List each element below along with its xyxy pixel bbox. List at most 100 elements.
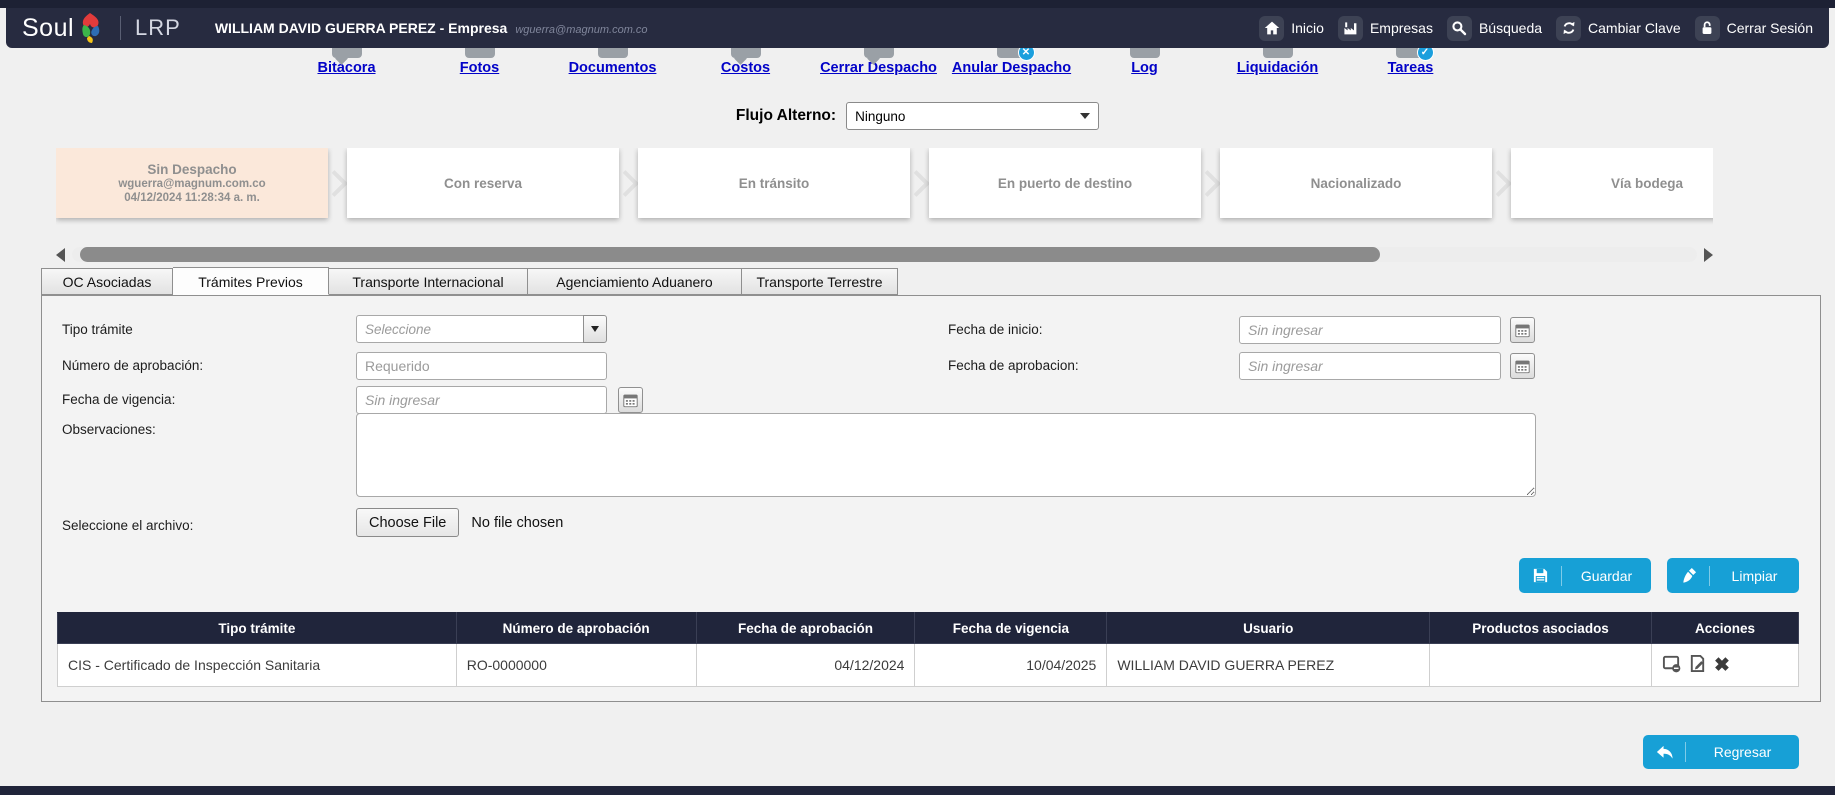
nav-inicio[interactable]: Inicio (1259, 16, 1324, 41)
status-card-nacionalizado[interactable]: Nacionalizado (1220, 148, 1492, 218)
home-icon (1259, 16, 1284, 41)
scrollbar-track[interactable] (72, 247, 1697, 262)
cell-tipo: CIS - Certificado de Inspección Sanitari… (58, 644, 457, 687)
top-nav: Inicio Empresas Búsqueda (1259, 16, 1813, 41)
quicklink-label[interactable]: Anular Despacho (952, 60, 1071, 76)
nav-cambiar-clave[interactable]: Cambiar Clave (1556, 16, 1681, 41)
status-card-title: Sin Despacho (147, 162, 236, 177)
regresar-label: Regresar (1686, 744, 1799, 760)
back-arrow-icon (1643, 742, 1686, 762)
quicklink-label[interactable]: Bitácora (317, 60, 375, 76)
user-block: WILLIAM DAVID GUERRA PEREZ - Empresa wgu… (215, 20, 648, 36)
col-fecha-aprobacion: Fecha de aprobación (696, 613, 915, 644)
quicklink-label[interactable]: Documentos (569, 60, 657, 76)
file-status-text: No file chosen (471, 515, 563, 531)
fecha-aprobacion-calendar-button[interactable] (1510, 353, 1535, 379)
factory-icon (1338, 16, 1363, 41)
col-acciones: Acciones (1651, 613, 1798, 644)
fecha-inicio-label: Fecha de inicio: (948, 322, 1043, 337)
tab-strip: OC Asociadas Trámites Previos Transporte… (41, 268, 898, 296)
productos-asociados-icon[interactable] (1662, 654, 1681, 676)
quicklink-label[interactable]: Cerrar Despacho (820, 60, 937, 76)
col-tipo-tramite: Tipo trámite (58, 613, 457, 644)
scroll-right-arrow[interactable] (1704, 248, 1713, 262)
status-card-user: wguerra@magnum.com.co (118, 177, 265, 191)
limpiar-label: Limpiar (1710, 568, 1799, 584)
brand[interactable]: Soul (22, 13, 104, 43)
quicklink-label[interactable]: Log (1131, 60, 1158, 76)
cell-fecha-vigencia: 10/04/2025 (915, 644, 1107, 687)
tab-transporte-terrestre[interactable]: Transporte Terrestre (742, 268, 898, 295)
cell-numero: RO-0000000 (456, 644, 696, 687)
tipo-tramite-combobox[interactable]: Seleccione (356, 315, 584, 343)
quicklink-label[interactable]: Costos (721, 60, 770, 76)
cards-scrollbar (56, 246, 1713, 263)
archivo-label: Seleccione el archivo: (62, 518, 193, 533)
quicklink-label[interactable]: Tareas (1388, 60, 1434, 76)
soul-flame-logo (80, 13, 104, 43)
window-top-edge (0, 0, 1835, 8)
quicklink-label[interactable]: Liquidación (1237, 60, 1318, 76)
product-name: LRP (135, 15, 181, 41)
tipo-tramite-value: Seleccione (365, 322, 431, 337)
search-icon (1447, 16, 1472, 41)
observaciones-label: Observaciones: (62, 422, 156, 437)
edit-document-icon[interactable] (1688, 654, 1707, 676)
numero-aprobacion-input[interactable] (356, 352, 607, 380)
cell-productos (1430, 644, 1652, 687)
nav-cerrar-sesion[interactable]: Cerrar Sesión (1695, 16, 1813, 41)
nav-busqueda[interactable]: Búsqueda (1447, 16, 1542, 41)
status-card-title: Vía bodega (1611, 176, 1683, 191)
brand-soul-text: Soul (22, 14, 74, 43)
tab-oc-asociadas[interactable]: OC Asociadas (41, 268, 173, 295)
observaciones-textarea[interactable] (356, 413, 1536, 497)
nav-label: Cambiar Clave (1588, 20, 1681, 36)
status-card-title: Con reserva (444, 176, 522, 191)
fecha-inicio-input[interactable] (1239, 316, 1501, 344)
tipo-tramite-dropdown-button[interactable] (583, 315, 607, 343)
status-cards-strip: Sin Despacho wguerra@magnum.com.co 04/12… (56, 148, 1713, 226)
numero-aprobacion-label: Número de aprobación: (62, 358, 203, 373)
flujo-alterno-selected-value: Ninguno (855, 109, 905, 124)
lock-icon (1695, 16, 1720, 41)
scroll-left-arrow[interactable] (56, 248, 65, 262)
app-header: Soul LRP WILLIAM DAVID GUERRA PEREZ - Em… (6, 8, 1829, 48)
guardar-button[interactable]: Guardar (1519, 558, 1651, 593)
tab-transporte-internacional[interactable]: Transporte Internacional (329, 268, 528, 295)
fecha-aprobacion-input[interactable] (1239, 352, 1501, 380)
status-card-title: En tránsito (739, 176, 810, 191)
status-card-en-puerto[interactable]: En puerto de destino (929, 148, 1201, 218)
limpiar-button[interactable]: Limpiar (1667, 558, 1799, 593)
tab-agenciamiento-aduanero[interactable]: Agenciamiento Aduanero (528, 268, 742, 295)
nav-label: Empresas (1370, 20, 1433, 36)
tramites-table: Tipo trámite Número de aprobación Fecha … (57, 612, 1799, 687)
chevron-down-icon (1080, 113, 1090, 119)
flujo-alterno-select[interactable]: Ninguno (846, 102, 1099, 130)
app-root: Soul LRP WILLIAM DAVID GUERRA PEREZ - Em… (0, 0, 1835, 795)
window-bottom-edge (0, 786, 1835, 795)
status-card-timestamp: 04/12/2024 11:28:34 a. m. (124, 191, 260, 205)
choose-file-button[interactable]: Choose File (356, 508, 459, 537)
status-card-con-reserva[interactable]: Con reserva (347, 148, 619, 218)
save-icon (1519, 566, 1562, 586)
col-usuario: Usuario (1107, 613, 1430, 644)
file-input-row: Choose File No file chosen (356, 508, 563, 537)
quicklink-label[interactable]: Fotos (460, 60, 499, 76)
table-header-row: Tipo trámite Número de aprobación Fecha … (58, 613, 1799, 644)
cell-acciones: ✖ (1651, 644, 1798, 687)
fecha-vigencia-input[interactable] (356, 386, 607, 414)
nav-empresas[interactable]: Empresas (1338, 16, 1433, 41)
status-card-via-bodega[interactable]: Vía bodega (1511, 148, 1713, 218)
scrollbar-thumb[interactable] (80, 247, 1380, 262)
table-row: CIS - Certificado de Inspección Sanitari… (58, 644, 1799, 687)
status-card-en-transito[interactable]: En tránsito (638, 148, 910, 218)
regresar-button[interactable]: Regresar (1643, 735, 1799, 769)
fecha-inicio-calendar-button[interactable] (1510, 317, 1535, 343)
tab-tramites-previos[interactable]: Trámites Previos (173, 267, 329, 295)
status-card-sin-despacho[interactable]: Sin Despacho wguerra@magnum.com.co 04/12… (56, 148, 328, 218)
fecha-vigencia-calendar-button[interactable] (618, 387, 643, 413)
delete-x-icon[interactable]: ✖ (1714, 656, 1730, 675)
flujo-alterno-label: Flujo Alterno: (736, 107, 836, 125)
cell-usuario: WILLIAM DAVID GUERRA PEREZ (1107, 644, 1430, 687)
col-numero-aprobacion: Número de aprobación (456, 613, 696, 644)
